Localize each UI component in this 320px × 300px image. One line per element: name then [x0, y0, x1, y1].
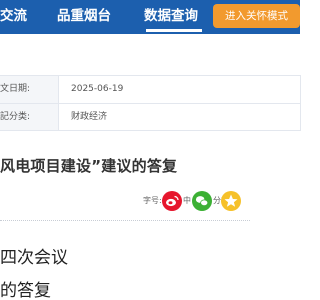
meta-value-category: 财政经济: [71, 112, 108, 122]
meta-row-category: 記分类: 财政经济: [0, 103, 300, 130]
qzone-icon[interactable]: [221, 191, 241, 211]
document-meta-table: 文日期: 2025-06-19 記分类: 财政经济: [0, 75, 301, 131]
wechat-icon[interactable]: [192, 191, 212, 211]
meta-label-date: 文日期:: [0, 76, 59, 103]
nav-item-exchange[interactable]: 交流: [0, 0, 27, 34]
font-size-medium-button[interactable]: 中: [183, 193, 191, 209]
meta-value-date: 2025-06-19: [71, 84, 124, 94]
meta-label-category: 記分类:: [0, 104, 59, 130]
care-mode-button[interactable]: 进入关怀模式: [213, 4, 300, 28]
nav-active-indicator: [146, 29, 202, 32]
section-divider: [0, 220, 250, 221]
meta-row-date: 文日期: 2025-06-19: [0, 76, 300, 103]
page-title: 风电项目建设”建议的答复: [0, 157, 178, 175]
nav-item-pinzhong-yantai[interactable]: 品重烟台: [57, 0, 111, 34]
body-text-line: 四次会议: [0, 248, 68, 268]
body-text-line: 的答复: [0, 281, 51, 300]
font-size-label: 字号:: [143, 196, 162, 205]
top-navigation: 交流 品重烟台 数据查询 进入关怀模式: [0, 0, 300, 34]
weibo-icon[interactable]: [162, 191, 182, 211]
